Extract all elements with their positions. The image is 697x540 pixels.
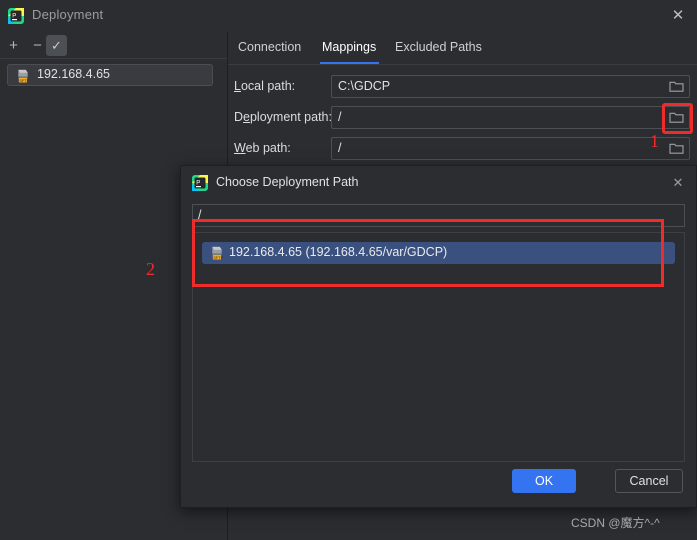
pycharm-icon: P [192, 175, 208, 191]
local-path-value: C:\GDCP [338, 79, 391, 93]
list-item[interactable]: SFTP 192.168.4.65 [7, 64, 213, 86]
local-path-mnemonic: L [234, 79, 241, 93]
tab-mappings[interactable]: Mappings [322, 32, 376, 64]
remove-server-button[interactable]: − [27, 35, 48, 56]
folder-icon[interactable] [669, 80, 684, 93]
deployment-path-row: Deployment path: / [228, 106, 697, 131]
tab-bar: Connection Mappings Excluded Paths [228, 32, 697, 65]
svg-text:P: P [196, 181, 200, 187]
annotation-box-1 [662, 103, 693, 134]
dialog-close-icon[interactable]: ✕ [669, 174, 687, 192]
deployment-path-label-text: ployment path: [249, 110, 332, 124]
annotation-box-2 [192, 219, 664, 287]
pycharm-icon: P [8, 8, 24, 24]
tab-connection[interactable]: Connection [238, 32, 301, 64]
web-path-value: / [338, 141, 342, 155]
server-name: 192.168.4.65 [37, 67, 110, 81]
deployment-path-input[interactable]: / [331, 106, 690, 129]
annotation-label-1: 1 [650, 131, 659, 151]
web-path-mnemonic: W [234, 141, 246, 155]
dialog-titlebar: P Choose Deployment Path ✕ [181, 166, 696, 200]
server-list-toolbar: + − ✓ [0, 32, 227, 59]
set-default-server-button[interactable]: ✓ [46, 35, 67, 56]
add-server-button[interactable]: + [3, 35, 24, 56]
web-path-label: Web path: [234, 141, 291, 155]
deployment-path-value: / [338, 110, 342, 124]
svg-text:P: P [12, 14, 16, 20]
local-path-label-text: ocal path: [240, 79, 296, 93]
dialog-title: Choose Deployment Path [216, 175, 359, 189]
window-close-icon[interactable]: ✕ [667, 6, 689, 26]
cancel-button[interactable]: Cancel [615, 469, 683, 493]
app-root: P Deployment ✕ + − ✓ SFTP 192.168.4.65 C… [0, 0, 697, 540]
web-path-label-text: eb path: [245, 141, 291, 155]
folder-icon[interactable] [669, 142, 684, 155]
local-path-input[interactable]: C:\GDCP [331, 75, 690, 98]
deployment-path-label-pre: D [234, 110, 244, 124]
local-path-label: Local path: [234, 79, 295, 93]
annotation-label-2: 2 [146, 259, 155, 279]
local-path-row: Local path: C:\GDCP [228, 75, 697, 100]
sftp-server-icon: SFTP [18, 69, 30, 83]
choose-deployment-path-dialog: P Choose Deployment Path ✕ / SFTP 192.16… [180, 165, 697, 508]
watermark: CSDN @魔方^-^ [571, 516, 660, 530]
deployment-path-label: Deployment path: [234, 110, 332, 124]
ok-button[interactable]: OK [512, 469, 576, 493]
svg-text:SFTP: SFTP [19, 78, 29, 83]
window-title: Deployment [32, 7, 104, 22]
web-path-row: Web path: / [228, 137, 697, 162]
deployment-path-mnemonic: e [243, 110, 250, 124]
window-titlebar: P Deployment ✕ [0, 0, 697, 32]
dialog-button-bar: OK Cancel [181, 469, 696, 499]
tab-excluded-paths[interactable]: Excluded Paths [395, 32, 482, 64]
web-path-input[interactable]: / [331, 137, 690, 160]
